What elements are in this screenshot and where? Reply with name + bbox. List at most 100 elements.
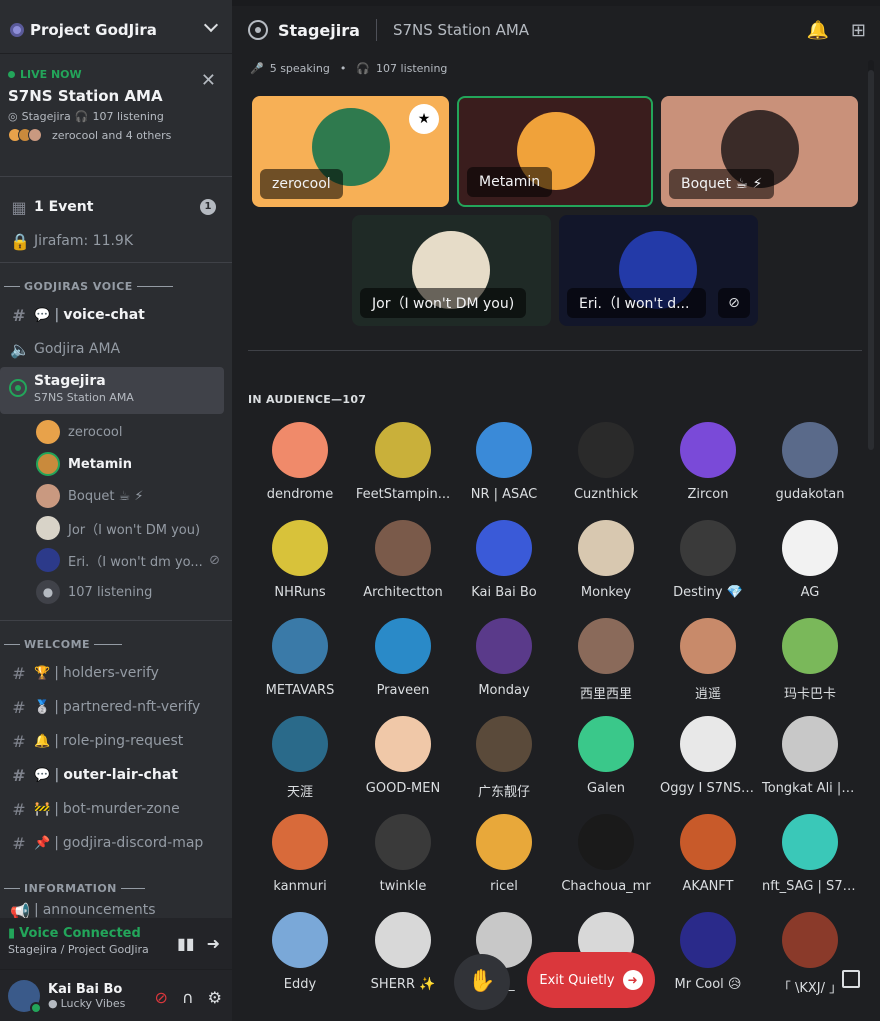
channel-emoji: 🔔 xyxy=(34,733,51,749)
category-information[interactable]: INFORMATION xyxy=(0,879,232,897)
audience-member[interactable]: Mr Cool 😥 xyxy=(658,912,758,1002)
audience-member[interactable]: kanmuri xyxy=(250,814,350,904)
exit-quietly-button[interactable]: Exit Quietly ➜ xyxy=(527,952,655,1008)
member-name: Boquet ☕ ⚡ xyxy=(68,488,144,504)
audience-member[interactable]: AG xyxy=(760,520,860,610)
speaker-name: Eri.（I won't d... xyxy=(567,288,706,318)
audience-member[interactable]: 西里西里 xyxy=(556,618,656,708)
scrollbar-thumb[interactable] xyxy=(868,70,874,450)
gear-icon[interactable]: ⚙ xyxy=(208,988,222,1007)
close-icon[interactable]: ✕ xyxy=(201,70,216,91)
member-count-item[interactable]: 🔒 Jirafam: 11.9K xyxy=(0,226,232,256)
stage-member[interactable]: Eri.（I won't dm yo... ⊘ xyxy=(36,546,232,574)
audience-member[interactable]: 玛卡巴卡 xyxy=(760,618,860,708)
audience-member[interactable]: NHRuns xyxy=(250,520,350,610)
audience-member[interactable]: twinkle xyxy=(353,814,453,904)
audience-member[interactable]: Monkey xyxy=(556,520,656,610)
audience-member[interactable]: AKANFT xyxy=(658,814,758,904)
channel-announcements[interactable]: 📢 | announcements xyxy=(0,902,232,918)
audience-name: Monkey xyxy=(580,585,632,600)
audience-member[interactable]: 天涯 xyxy=(250,716,350,806)
audience-member[interactable]: gudakotan xyxy=(760,422,860,512)
channel-godjira-discord-map[interactable]: # 📌 | godjira-discord-map xyxy=(0,828,232,858)
scrollbar[interactable] xyxy=(868,60,874,450)
audience-member[interactable]: 广东靓仔 xyxy=(454,716,554,806)
chevron-down-icon[interactable] xyxy=(203,17,219,33)
channel-voice-chat[interactable]: # 💬 | voice-chat xyxy=(0,300,232,330)
channel-role-ping-request[interactable]: # 🔔 | role-ping-request xyxy=(0,726,232,756)
stage-member[interactable]: zerocool xyxy=(36,418,232,446)
category-godjiras-voice[interactable]: GODJIRAS VOICE xyxy=(0,277,232,295)
channel-godjira-ama[interactable]: 🔈 Godjira AMA xyxy=(0,334,232,364)
audience-member[interactable]: Oggy I S7NS ... xyxy=(658,716,758,806)
audience-member[interactable]: METAVARS xyxy=(250,618,350,708)
audience-name: dendrome xyxy=(266,487,334,502)
audience-member[interactable]: Cuznthick xyxy=(556,422,656,512)
speaker-tile[interactable]: Eri.（I won't d... ⊘ xyxy=(559,215,758,326)
avatar xyxy=(680,912,736,968)
channel-label: Godjira AMA xyxy=(34,341,121,357)
stage-member[interactable]: Jor（I won't DM you) xyxy=(36,514,232,542)
avatar[interactable] xyxy=(8,979,42,1014)
bell-icon[interactable]: 🔔 xyxy=(806,20,828,41)
audience-member[interactable]: Praveen xyxy=(353,618,453,708)
channel-holders-verify[interactable]: # 🏆 | holders-verify xyxy=(0,658,232,688)
avatar xyxy=(680,422,736,478)
channel-bot-murder-zone[interactable]: # 🚧 | bot-murder-zone xyxy=(0,794,232,824)
audience-member[interactable]: Zircon xyxy=(658,422,758,512)
audience-member[interactable]: FeetStampin... xyxy=(353,422,453,512)
audience-heading: IN AUDIENCE—107 xyxy=(248,393,367,406)
audience-member[interactable]: SHERR ✨ xyxy=(353,912,453,1002)
channel-emoji: 🏆 xyxy=(34,665,51,681)
headphones-icon[interactable]: ∩ xyxy=(182,988,194,1007)
audience-member[interactable]: 「 \KXJ/ 」 xyxy=(760,912,860,1002)
avatar xyxy=(476,520,532,576)
channel-label: Stagejira xyxy=(34,373,106,389)
audience-member[interactable]: Kai Bai Bo xyxy=(454,520,554,610)
arrow-right-icon: ➜ xyxy=(622,970,643,990)
avatar xyxy=(782,618,838,674)
audience-name: Monday xyxy=(478,683,530,698)
hash-lock-icon: # xyxy=(12,731,26,751)
live-stage-panel[interactable]: LIVE NOW ✕ S7NS Station AMA ◎ Stagejira … xyxy=(0,60,232,168)
audience-member[interactable]: Monday xyxy=(454,618,554,708)
avatar xyxy=(375,912,431,968)
stage-member[interactable]: Boquet ☕ ⚡ xyxy=(36,482,232,510)
category-welcome[interactable]: WELCOME xyxy=(0,635,232,653)
avatar xyxy=(476,716,532,772)
add-event-icon[interactable]: ⊞ xyxy=(851,20,866,41)
channel-outer-lair-chat[interactable]: # 💬 | outer-lair-chat xyxy=(0,760,232,790)
mic-muted-icon[interactable]: ⊘ xyxy=(155,988,168,1007)
speaker-tile[interactable]: Boquet ☕ ⚡ xyxy=(661,96,858,207)
audience-member[interactable]: Architectton xyxy=(353,520,453,610)
audience-member[interactable]: Destiny 💎 xyxy=(658,520,758,610)
soundboard-icon[interactable]: ▮▮ xyxy=(177,934,195,953)
avatar xyxy=(36,420,60,444)
audience-member[interactable]: Tongkat Ali | S... xyxy=(760,716,860,806)
audience-member[interactable]: NR | ASAC xyxy=(454,422,554,512)
speaker-tile-active[interactable]: Metamin xyxy=(457,96,653,207)
audience-member[interactable]: Eddy xyxy=(250,912,350,1002)
audience-member[interactable]: Galen xyxy=(556,716,656,806)
channel-stagejira[interactable]: Stagejira S7NS Station AMA xyxy=(0,367,224,414)
events-item[interactable]: ▦ 1 Event 1 xyxy=(0,192,232,222)
audience-name: Oggy I S7NS ... xyxy=(660,781,758,796)
stage-member[interactable]: Metamin xyxy=(36,450,232,478)
audience-member[interactable]: nft_SAG | S7NS xyxy=(760,814,860,904)
server-boost-icon xyxy=(10,22,24,37)
audience-member[interactable]: ricel xyxy=(454,814,554,904)
audience-member[interactable]: Chachoua_mr xyxy=(556,814,656,904)
channel-partnered-nft-verify[interactable]: # 🥈 | partnered-nft-verify xyxy=(0,692,232,722)
server-header[interactable]: Project GodJira xyxy=(0,6,232,54)
popout-icon[interactable] xyxy=(842,970,860,988)
audience-member[interactable]: GOOD-MEN xyxy=(353,716,453,806)
audience-member[interactable]: 逍遥 xyxy=(658,618,758,708)
audience-name: Tongkat Ali | S... xyxy=(762,781,860,796)
speaker-tile[interactable]: ★ zerocool xyxy=(252,96,449,207)
avatar xyxy=(782,716,838,772)
raise-hand-button[interactable]: ✋ xyxy=(454,954,510,1010)
disconnect-icon[interactable]: ➜ xyxy=(207,934,220,953)
listening-item[interactable]: ● 107 listening xyxy=(36,578,232,606)
speaker-tile[interactable]: Jor（I won't DM you) xyxy=(352,215,551,326)
audience-member[interactable]: dendrome xyxy=(250,422,350,512)
